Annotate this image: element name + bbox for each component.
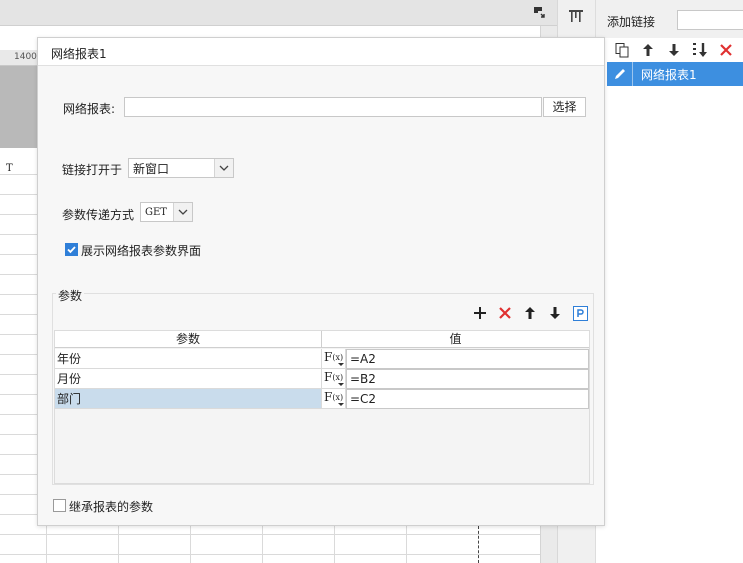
web-report-dialog: 网络报表1 网络报表: 选择 链接打开于 新窗口 参数传递方式 GET 展示网络… bbox=[37, 37, 605, 526]
report-label: 网络报表: bbox=[63, 102, 116, 116]
hyperlink-panel-header: 添加链接 bbox=[596, 0, 743, 38]
param-method-value: GET bbox=[145, 206, 167, 218]
edit-pencil-icon[interactable] bbox=[607, 62, 633, 86]
move-param-down-icon[interactable] bbox=[546, 304, 564, 322]
dialog-title: 网络报表1 bbox=[51, 47, 107, 61]
page-break-line bbox=[478, 526, 479, 563]
chevron-down-icon[interactable] bbox=[173, 203, 192, 221]
param-method-select[interactable]: GET bbox=[140, 202, 193, 222]
col-param-header: 参数 bbox=[55, 331, 322, 348]
move-down-icon[interactable] bbox=[665, 41, 683, 59]
param-value[interactable]: =B2 bbox=[346, 369, 589, 389]
table-row[interactable]: 月份 F(x) =B2 bbox=[55, 369, 589, 389]
show-params-label: 展示网络报表参数界面 bbox=[81, 244, 202, 258]
grid-col-line bbox=[262, 526, 263, 563]
hyperlink-panel-icon[interactable] bbox=[567, 7, 585, 25]
hyperlink-list-item[interactable]: 网络报表1 bbox=[607, 62, 743, 86]
param-method-label: 参数传递方式 bbox=[62, 208, 135, 222]
link-open-select[interactable]: 新窗口 bbox=[128, 158, 234, 178]
add-link-label: 添加链接 bbox=[607, 15, 656, 29]
hyperlink-panel: 添加链接 网络报表1 bbox=[595, 0, 743, 563]
grid-col-line bbox=[406, 526, 407, 563]
sort-icon[interactable] bbox=[691, 41, 709, 59]
chevron-down-icon[interactable] bbox=[214, 159, 233, 177]
inherit-params-label: 继承报表的参数 bbox=[69, 500, 154, 514]
select-button[interactable]: 选择 bbox=[543, 97, 586, 117]
report-input[interactable] bbox=[124, 97, 542, 117]
add-link-input[interactable] bbox=[677, 10, 743, 30]
ruler-tick-label: 1400 bbox=[14, 52, 37, 62]
table-row[interactable]: 年份 F(x) =A2 bbox=[55, 349, 589, 369]
link-open-label: 链接打开于 bbox=[62, 163, 123, 177]
table-row[interactable]: 部门 F(x) =C2 bbox=[55, 389, 589, 409]
grid-row-line bbox=[0, 534, 540, 535]
delete-param-icon[interactable] bbox=[496, 304, 514, 322]
param-name[interactable]: 年份 bbox=[55, 349, 322, 369]
grid-col-line bbox=[118, 526, 119, 563]
grid-col-line bbox=[334, 526, 335, 563]
toolbar-strip bbox=[0, 0, 557, 26]
param-name[interactable]: 月份 bbox=[55, 369, 322, 389]
params-table-header: 参数 值 bbox=[55, 331, 589, 348]
formula-fx-icon[interactable]: F(x) bbox=[322, 389, 346, 409]
move-up-icon[interactable] bbox=[639, 41, 657, 59]
shaded-cell-area bbox=[0, 66, 40, 148]
grid-col-line bbox=[46, 526, 47, 563]
grid-row-line bbox=[0, 554, 540, 555]
parameter-p-icon[interactable] bbox=[571, 304, 589, 322]
col-value-header: 值 bbox=[449, 332, 462, 346]
inherit-params-checkbox[interactable] bbox=[53, 499, 66, 512]
param-value[interactable]: =C2 bbox=[346, 389, 589, 409]
grid-col-line bbox=[190, 526, 191, 563]
add-icon[interactable] bbox=[471, 304, 489, 322]
move-param-up-icon[interactable] bbox=[521, 304, 539, 322]
copy-icon[interactable] bbox=[613, 41, 631, 59]
params-table: 参数 值 年份 F(x) =A2 月份 F(x) =B2 部门 F(x) =C2 bbox=[54, 330, 590, 484]
hyperlink-item-label: 网络报表1 bbox=[641, 67, 697, 82]
link-open-value: 新窗口 bbox=[133, 161, 170, 176]
show-params-checkbox[interactable] bbox=[65, 243, 78, 256]
param-name[interactable]: 部门 bbox=[55, 389, 322, 409]
param-value[interactable]: =A2 bbox=[346, 349, 589, 369]
delete-icon[interactable] bbox=[717, 41, 735, 59]
filter-flag-icon[interactable] bbox=[532, 5, 546, 19]
params-group-title: 参数 bbox=[56, 287, 85, 304]
dialog-title-bar: 网络报表1 bbox=[38, 38, 604, 66]
hyperlink-toolbar bbox=[596, 38, 743, 62]
cell-text: T bbox=[6, 163, 13, 174]
formula-fx-icon[interactable]: F(x) bbox=[322, 369, 346, 389]
formula-fx-icon[interactable]: F(x) bbox=[322, 349, 346, 369]
